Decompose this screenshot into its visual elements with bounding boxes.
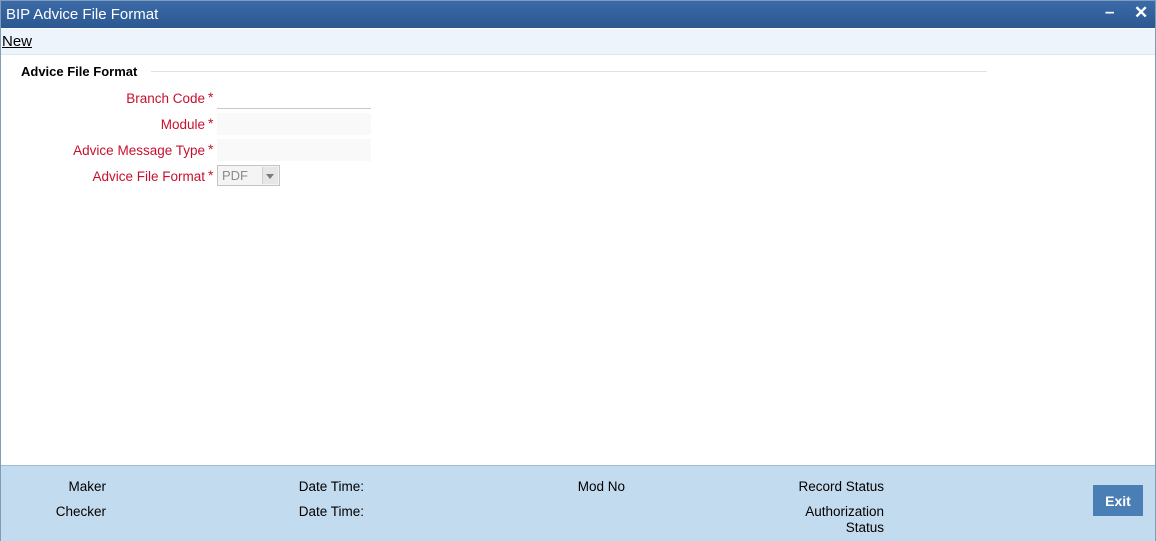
minimize-icon[interactable]: – xyxy=(1105,2,1114,22)
authorization-status-label-line1: Authorization xyxy=(805,504,884,519)
section-title: Advice File Format xyxy=(21,64,138,79)
module-label: Module xyxy=(160,117,205,132)
record-status-label: Record Status xyxy=(798,479,884,494)
section-divider xyxy=(151,71,987,72)
advice-message-type-label: Advice Message Type xyxy=(73,143,205,158)
advice-message-type-required-marker: * xyxy=(208,141,214,157)
module-input[interactable] xyxy=(217,113,371,135)
exit-button[interactable]: Exit xyxy=(1093,485,1143,516)
title-bar: BIP Advice File Format – ✕ xyxy=(1,1,1155,28)
branch-code-required-marker: * xyxy=(208,89,214,105)
advice-file-format-required-marker: * xyxy=(208,167,214,183)
toolbar: New xyxy=(1,29,1155,55)
advice-file-format-value: PDF xyxy=(222,168,248,183)
advice-file-format-label: Advice File Format xyxy=(92,169,205,184)
authorization-status-label-line2: Status xyxy=(845,520,884,535)
mod-no-label: Mod No xyxy=(577,479,625,494)
branch-code-input[interactable] xyxy=(217,87,371,109)
audit-footer: Maker Checker Date Time: Date Time: Mod … xyxy=(1,465,1155,541)
new-link[interactable]: New xyxy=(2,33,32,50)
advice-file-format-window: BIP Advice File Format – ✕ New Advice Fi… xyxy=(0,0,1156,541)
branch-code-label: Branch Code xyxy=(126,91,205,106)
advice-file-format-select[interactable]: PDF xyxy=(217,165,280,186)
maker-label: Maker xyxy=(68,479,106,494)
advice-message-type-input[interactable] xyxy=(217,139,371,161)
close-icon[interactable]: ✕ xyxy=(1134,3,1148,23)
checker-label: Checker xyxy=(55,504,106,519)
checker-datetime-label: Date Time: xyxy=(298,504,364,519)
dropdown-arrow-icon[interactable] xyxy=(262,167,278,184)
maker-datetime-label: Date Time: xyxy=(298,479,364,494)
window-title: BIP Advice File Format xyxy=(6,6,159,23)
module-required-marker: * xyxy=(208,115,214,131)
